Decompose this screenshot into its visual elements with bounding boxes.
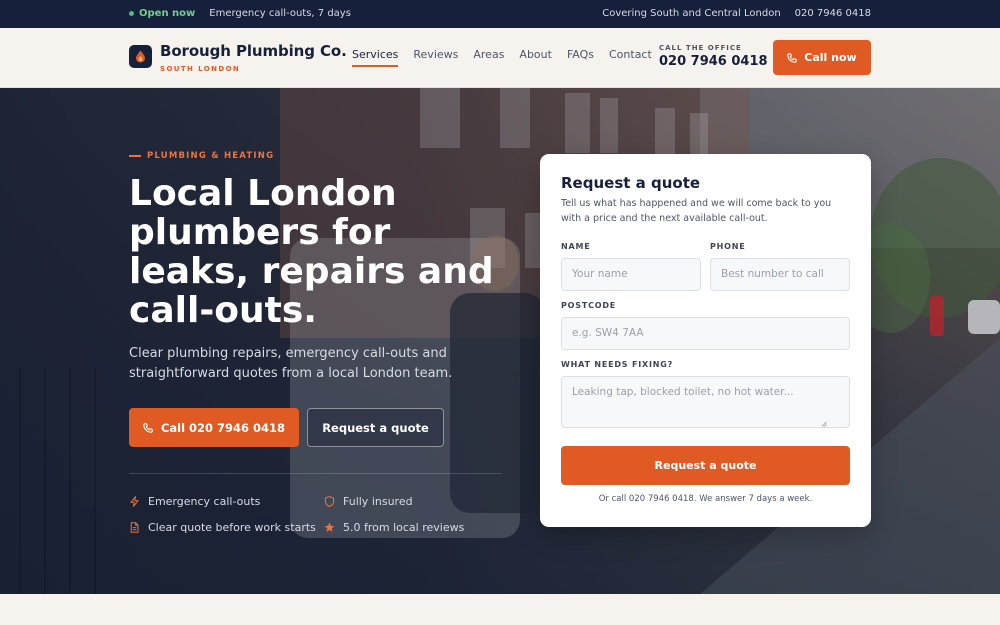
postcode-input[interactable]: e.g. SW4 7AA [561, 317, 850, 350]
topbar-phone-link[interactable]: 020 7946 0418 [795, 8, 871, 19]
site-header: Borough Plumbing Co. SOUTH LONDON Servic… [0, 28, 1000, 88]
feature-clear-quote: Clear quote before work starts [129, 521, 316, 534]
feature-label: Fully insured [343, 495, 413, 508]
phone-icon [143, 422, 153, 433]
phone-label: PHONE [710, 242, 746, 251]
resize-handle-icon[interactable] [821, 421, 827, 427]
hero-kicker: PLUMBING & HEATING [129, 151, 274, 161]
quote-form-note: Or call 020 7946 0418. We answer 7 days … [598, 494, 813, 504]
brand-name: Borough Plumbing Co. [160, 42, 347, 60]
kicker-line [129, 155, 141, 157]
nav-services[interactable]: Services [352, 48, 399, 67]
office-label: CALL THE OFFICE [659, 44, 742, 52]
star-icon [324, 522, 335, 532]
bolt-icon [130, 496, 139, 507]
open-status: Open now [139, 8, 196, 19]
hero-section: PLUMBING & HEATING Local London plumbers… [0, 88, 1000, 594]
shield-icon [324, 496, 335, 507]
main-nav: Services Reviews Areas About FAQs Contac… [352, 48, 667, 67]
feature-insured: Fully insured [324, 495, 413, 508]
callouts-info: Emergency call-outs, 7 days [209, 8, 351, 19]
feature-label: 5.0 from local reviews [343, 521, 465, 534]
submit-quote-button[interactable]: Request a quote [561, 446, 850, 485]
nav-reviews[interactable]: Reviews [413, 48, 458, 67]
feature-reviews: 5.0 from local reviews [324, 521, 464, 534]
nav-faqs[interactable]: FAQs [567, 48, 594, 67]
hero-quote-button[interactable]: Request a quote [307, 408, 444, 447]
issue-textarea[interactable]: Leaking tap, blocked toilet, no hot wate… [561, 376, 850, 428]
call-now-button[interactable]: Call now [773, 40, 871, 75]
top-bar: Open now Emergency call-outs, 7 days Cov… [0, 0, 1000, 28]
logo-drop-icon[interactable] [129, 45, 152, 68]
brand-logo[interactable]: Borough Plumbing Co. SOUTH LONDON [160, 42, 347, 73]
office-number: 020 7946 0418 [659, 54, 768, 69]
open-status-dot [129, 11, 134, 16]
hero-headline: Local London plumbers for leaks, repairs… [129, 173, 494, 331]
next-section [0, 594, 1000, 625]
call-now-label: Call now [804, 51, 857, 64]
feature-emergency: Emergency call-outs [129, 495, 260, 508]
name-label: NAME [561, 242, 591, 251]
quote-form-title: Request a quote [561, 174, 701, 192]
feature-label: Clear quote before work starts [148, 521, 316, 534]
feature-label: Emergency call-outs [148, 495, 261, 508]
hero-divider [129, 473, 502, 474]
phone-input[interactable]: Best number to call [710, 258, 850, 291]
hero-call-label: Call 020 7946 0418 [160, 420, 286, 435]
quote-form-card: Request a quote Tell us what has happene… [540, 154, 871, 527]
postcode-label: POSTCODE [561, 301, 617, 310]
hero-lead: Clear plumbing repairs, emergency call-o… [129, 346, 453, 381]
nav-about[interactable]: About [519, 48, 552, 67]
issue-label: WHAT NEEDS FIXING? [561, 360, 674, 369]
quote-form-description: Tell us what has happened and we will co… [561, 198, 832, 224]
document-icon [130, 522, 139, 533]
phone-icon [787, 52, 798, 63]
nav-contact[interactable]: Contact [609, 48, 652, 67]
nav-areas[interactable]: Areas [473, 48, 504, 67]
brand-tagline: SOUTH LONDON [160, 65, 241, 73]
hero-call-button[interactable]: Call 020 7946 0418 [129, 408, 299, 447]
name-input[interactable]: Your name [561, 258, 701, 291]
kicker-label: PLUMBING & HEATING [147, 151, 275, 161]
office-phone[interactable]: CALL THE OFFICE 020 7946 0418 [659, 44, 768, 69]
coverage-info: Covering South and Central London [602, 8, 781, 19]
